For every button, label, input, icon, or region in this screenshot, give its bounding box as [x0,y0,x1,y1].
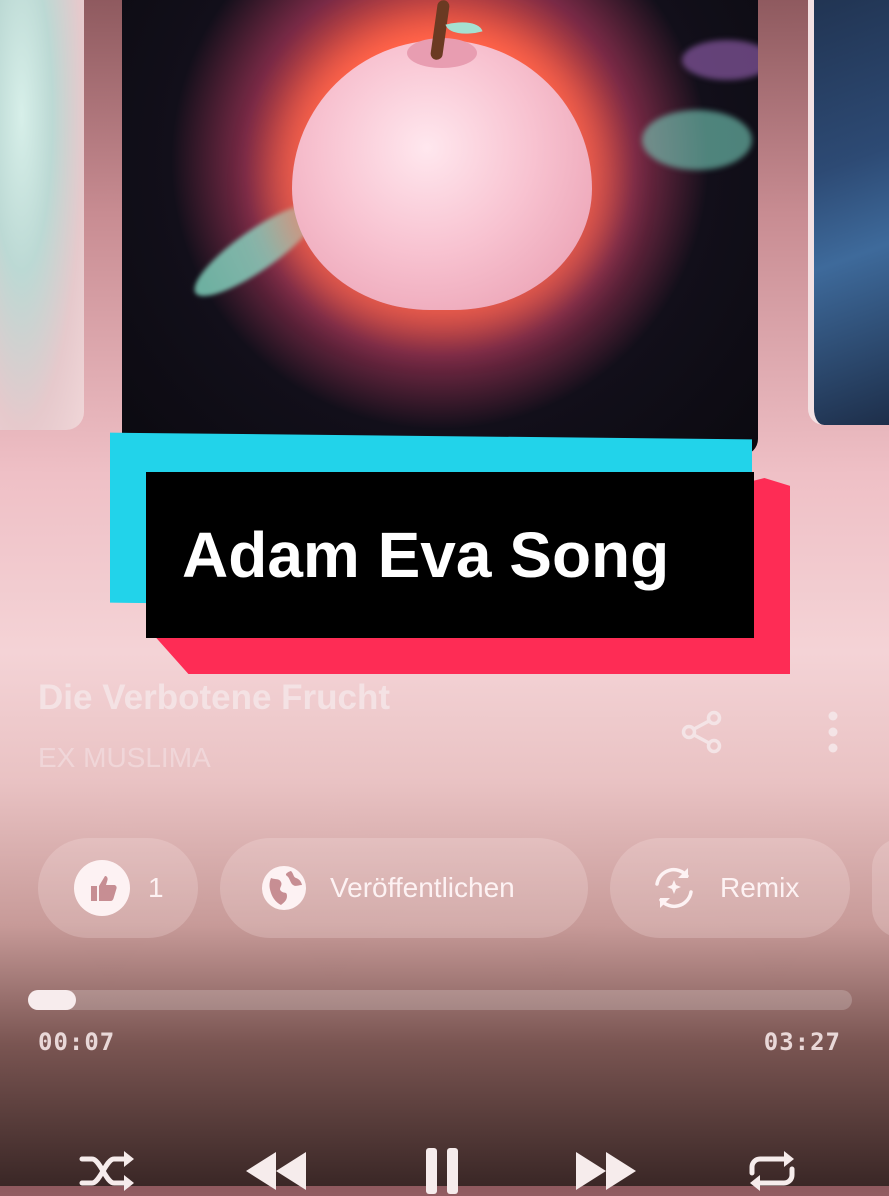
repeat-icon [749,1151,795,1191]
apple-illustration [292,40,592,310]
previous-button[interactable] [238,1146,312,1196]
total-time: 03:27 [763,1028,841,1056]
repeat-button[interactable] [740,1146,804,1196]
apple-leaf [445,15,483,41]
previous-icon [246,1152,306,1190]
next-cover-card[interactable] [808,0,889,425]
shuffle-icon [79,1151,134,1191]
more-vertical-icon [828,711,838,753]
song-title: Die Verbotene Frucht [38,678,391,717]
overlay-title: Adam Eva Song [182,519,670,591]
cover-splash [682,40,758,80]
pause-button[interactable] [414,1146,470,1196]
next-icon [576,1152,636,1190]
cover-art [122,0,758,455]
pause-icon [426,1148,458,1194]
artist-name[interactable]: EX MUSLIMA [38,742,211,774]
current-time: 00:07 [38,1028,116,1056]
remix-label: Remix [720,872,800,903]
publish-label: Veröffentlichen [330,872,515,903]
thumbs-up-icon [74,860,130,916]
cover-splash [642,110,752,170]
like-button[interactable]: 1 [38,838,198,938]
remix-icon [646,860,702,916]
progress-track[interactable] [28,990,852,1010]
share-icon [681,710,722,754]
more-options-button[interactable] [820,708,846,756]
share-button[interactable] [678,708,726,756]
globe-icon [256,860,312,916]
previous-cover-card[interactable] [0,0,84,430]
publish-button[interactable]: Veröffentlichen [220,838,588,938]
like-count: 1 [148,872,164,903]
more-actions-pill[interactable] [872,838,889,938]
next-button[interactable] [570,1146,644,1196]
remix-button[interactable]: Remix [610,838,850,938]
progress-fill[interactable] [28,990,76,1010]
overlay-title-banner: Adam Eva Song [146,472,754,638]
shuffle-button[interactable] [76,1146,140,1196]
